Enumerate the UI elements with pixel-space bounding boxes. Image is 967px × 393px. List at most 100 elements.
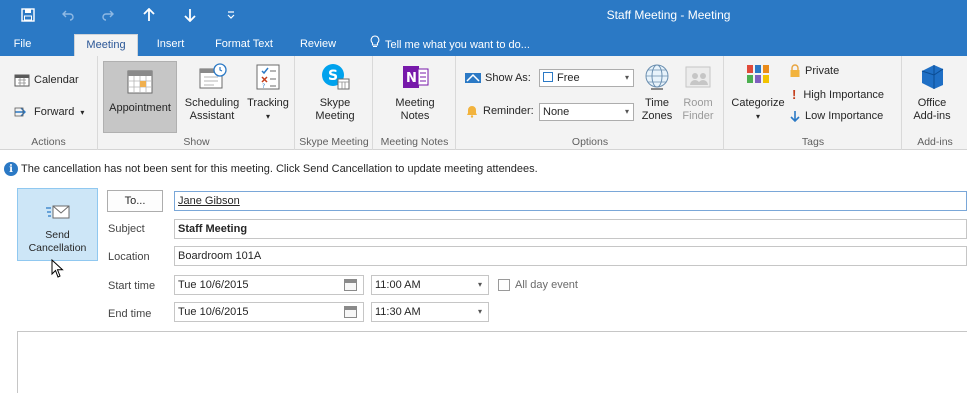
group-options: Show As: Free ▾ Reminder: None ▾ Time Zo… [457,56,724,150]
lightbulb-icon [370,34,380,55]
forward-label: Forward [34,106,75,118]
send-label-2: Cancellation [28,242,87,254]
group-show: Appointment Scheduling Assistant ? Track… [99,56,295,150]
subject-field[interactable]: Staff Meeting [174,219,967,239]
show-as-icon [465,73,481,83]
all-day-checkbox[interactable] [498,279,510,291]
high-importance-label: High Importance [803,88,885,101]
svg-text:N: N [406,71,417,86]
tracking-button[interactable]: ? Tracking ▾ [245,61,291,123]
date-picker-icon[interactable] [344,279,357,291]
show-as-label: Show As: [485,72,531,84]
tab-insert[interactable]: Insert [148,34,193,56]
categorize-button[interactable]: Categorize ▾ [728,61,788,123]
globe-icon [645,64,669,90]
info-icon: i [4,162,18,176]
subject-value: Staff Meeting [178,223,248,235]
start-date-field[interactable]: Tue 10/6/2015 [174,275,364,295]
bell-icon [467,106,477,118]
chevron-down-icon: ▾ [624,107,629,116]
chevron-down-icon: ▾ [624,73,629,82]
group-label-add-ins: Add-ins [917,136,953,148]
time-zones-button[interactable]: Time Zones [639,61,675,123]
chevron-down-icon: ▾ [477,280,482,289]
room-finder-icon [685,66,711,88]
group-label-meeting-notes: Meeting Notes [380,136,449,148]
group-label-options: Options [571,136,609,148]
office-add-ins-button[interactable]: Office Add-ins [903,61,961,123]
group-skype-meeting: S Skype Meeting Skype Meeting [296,56,373,150]
to-field[interactable]: Jane Gibson [174,191,967,211]
show-as-value: Free [557,72,580,84]
office-add-ins-label-1: Office [917,97,947,109]
meeting-notes-button[interactable]: N Meeting Notes [386,61,444,123]
end-time-value: 11:30 AM [375,306,421,318]
attendee-name[interactable]: Jane Gibson [178,195,240,207]
categorize-label: Categorize [731,97,785,109]
forward-button[interactable]: Forward ▾ [14,102,84,122]
group-tags: Categorize ▾ Private ! High Importance L… [725,56,902,150]
end-date-value: Tue 10/6/2015 [178,306,249,318]
group-meeting-notes: N Meeting Notes Meeting Notes [374,56,456,150]
private-button[interactable]: Private [789,64,839,78]
low-importance-button[interactable]: Low Importance [789,110,883,122]
group-add-ins: Office Add-ins Add-ins [903,56,967,150]
calendar-button[interactable]: Calendar [14,70,79,90]
tab-meeting[interactable]: Meeting [74,34,138,56]
message-body[interactable] [17,331,967,393]
start-time-label: Start time [108,280,156,292]
location-label: Location [108,251,150,263]
scheduling-label-1: Scheduling [184,97,240,109]
send-cancellation-button[interactable]: Send Cancellation [17,188,98,261]
ribbon: Calendar Forward ▾ Actions Appointment S… [0,56,967,150]
free-status-swatch [543,72,553,82]
scheduling-assistant-icon [199,63,227,89]
room-finder-button[interactable]: Room Finder [678,61,718,123]
chevron-down-icon: ▾ [477,307,482,316]
high-importance-button[interactable]: ! High Importance [789,87,884,102]
end-date-field[interactable]: Tue 10/6/2015 [174,302,364,322]
tab-format-text[interactable]: Format Text [204,34,284,56]
appointment-button[interactable]: Appointment [103,61,177,133]
window-title: Staff Meeting - Meeting [606,8,731,22]
location-value: Boardroom 101A [178,250,262,262]
private-label: Private [805,65,840,77]
show-as-dropdown[interactable]: Free ▾ [539,69,634,87]
end-time-combo[interactable]: 11:30 AM ▾ [371,302,489,322]
group-actions: Calendar Forward ▾ Actions [0,56,98,150]
reminder-label: Reminder: [483,105,534,117]
tell-me-box[interactable]: Tell me what you want to do... [370,34,530,56]
start-time-combo[interactable]: 11:00 AM ▾ [371,275,489,295]
low-importance-label: Low Importance [805,110,884,122]
group-label-show: Show [183,136,210,148]
scheduling-label-2: Assistant [189,110,235,122]
tell-me-text: Tell me what you want to do... [385,39,530,51]
reminder-label-wrap: Reminder: [465,101,534,121]
group-label-actions: Actions [31,136,66,148]
mouse-cursor-icon [51,259,64,278]
tab-file[interactable]: File [0,34,45,56]
svg-text:?: ? [262,83,265,90]
onenote-icon: N [403,66,429,88]
reminder-dropdown[interactable]: None ▾ [539,103,634,121]
skype-label-2: Meeting [315,110,355,122]
location-field[interactable]: Boardroom 101A [174,246,967,266]
tracking-icon: ? [256,64,280,90]
group-label-tags: Tags [801,136,825,148]
office-add-ins-label-2: Add-ins [913,110,951,122]
to-button[interactable]: To... [107,190,163,212]
scheduling-assistant-button[interactable]: Scheduling Assistant [180,61,244,123]
office-add-ins-icon [921,65,944,89]
categorize-icon [747,65,769,83]
exclamation-icon: ! [792,87,797,102]
tab-review[interactable]: Review [293,34,343,56]
skype-meeting-button[interactable]: S Skype Meeting [306,61,364,123]
info-bar: i The cancellation has not been sent for… [0,158,967,180]
time-zones-label-1: Time [644,97,670,109]
lock-icon [790,64,800,77]
chevron-down-icon: ▾ [755,112,760,121]
room-finder-label-2: Finder [682,110,714,122]
date-picker-icon[interactable] [344,306,357,318]
chevron-down-icon: ▾ [80,107,85,117]
start-date-value: Tue 10/6/2015 [178,279,249,291]
